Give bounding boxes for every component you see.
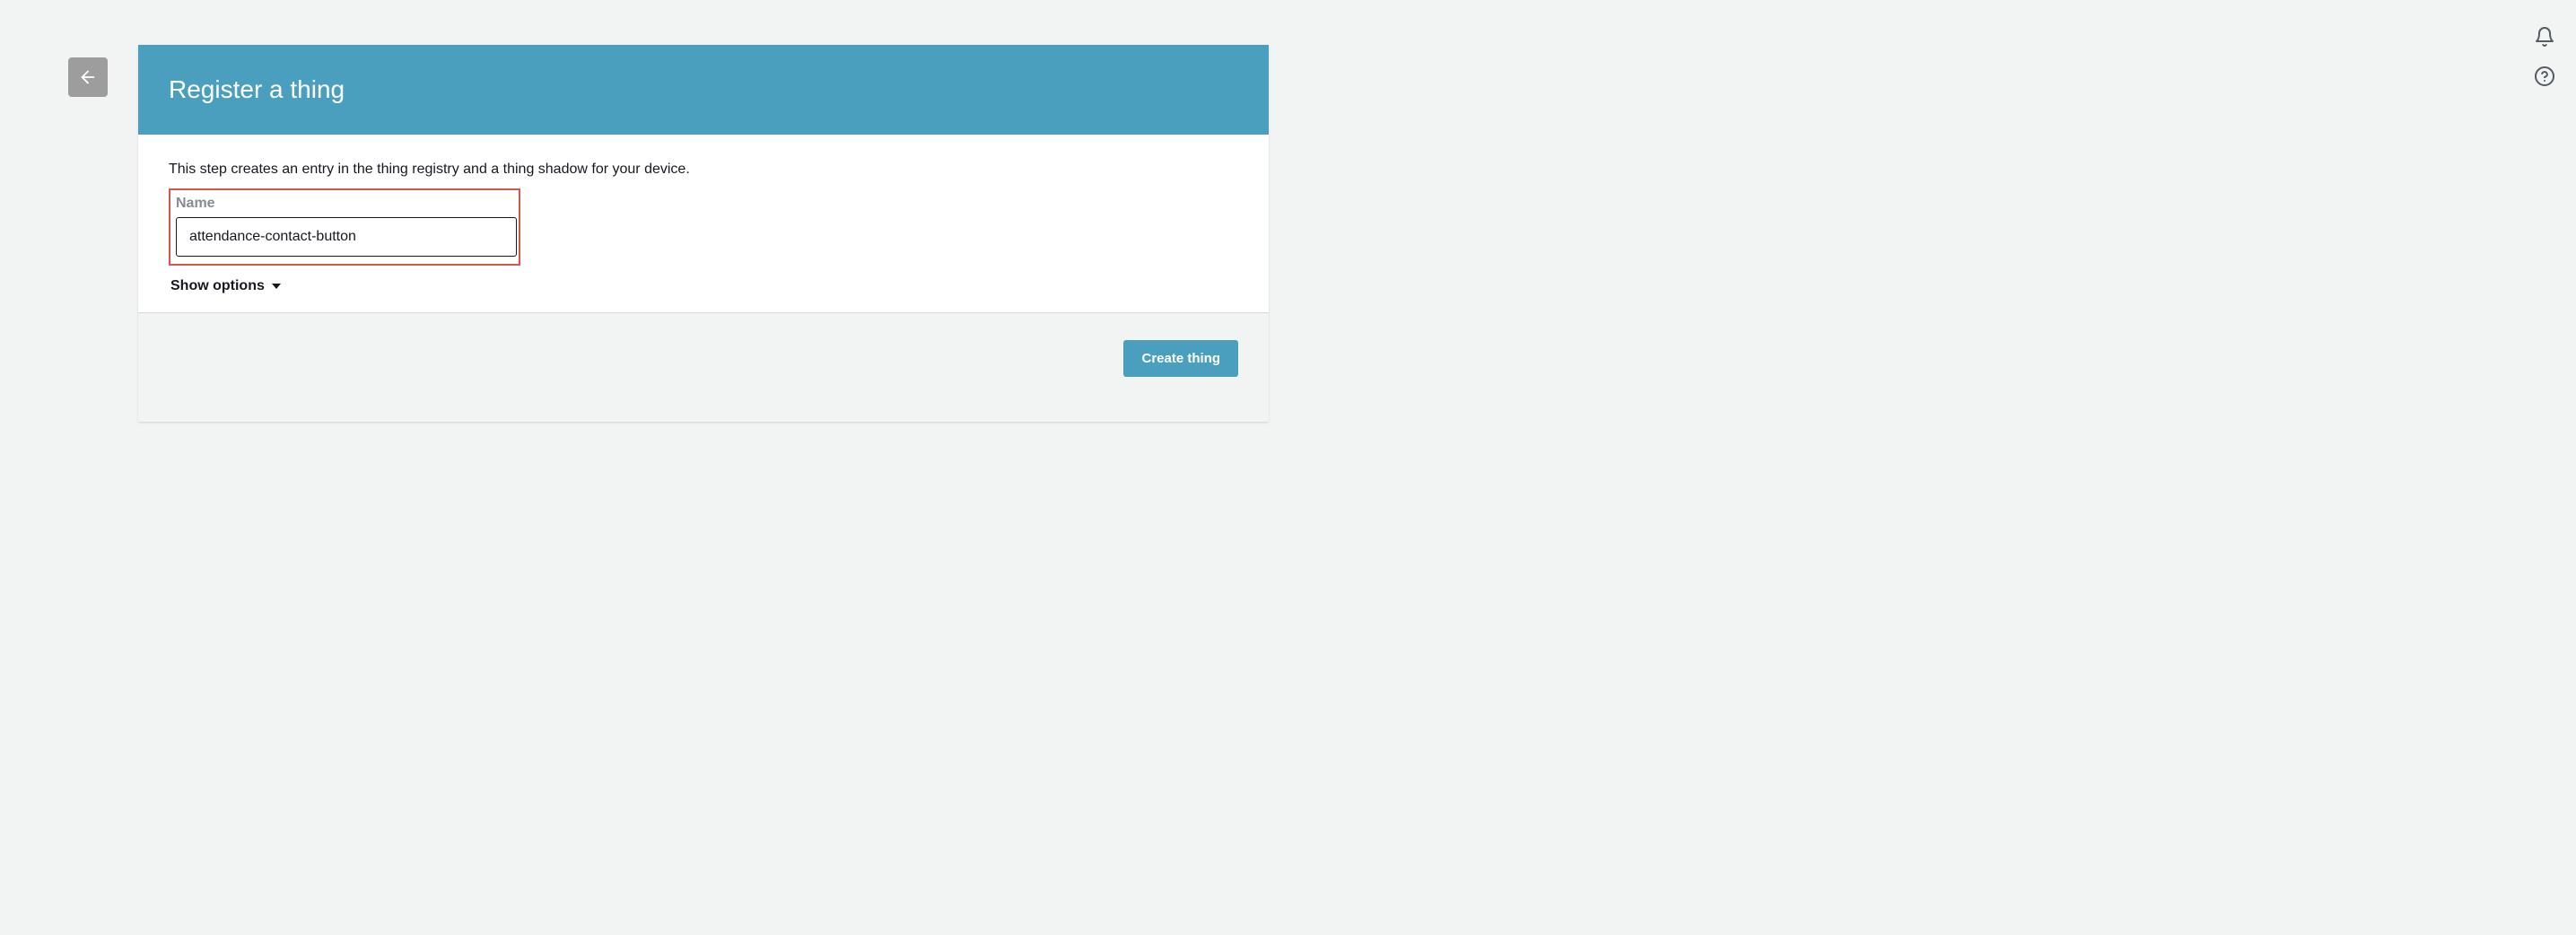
help-icon bbox=[2534, 66, 2555, 87]
show-options-label: Show options bbox=[170, 278, 265, 294]
description-text: This step creates an entry in the thing … bbox=[169, 162, 1238, 178]
right-rail bbox=[2533, 25, 2556, 88]
thing-name-input[interactable] bbox=[176, 217, 517, 257]
back-arrow-icon bbox=[78, 67, 98, 87]
card-header: Register a thing bbox=[138, 45, 1269, 135]
card-footer: Create thing bbox=[138, 312, 1269, 422]
notifications-button[interactable] bbox=[2533, 25, 2556, 48]
page-title: Register a thing bbox=[169, 75, 345, 103]
help-button[interactable] bbox=[2533, 65, 2556, 88]
name-field-highlight: Name bbox=[169, 188, 520, 266]
create-thing-button[interactable]: Create thing bbox=[1123, 340, 1238, 377]
bell-icon bbox=[2534, 26, 2555, 48]
show-options-toggle[interactable]: Show options bbox=[169, 278, 281, 294]
name-label: Name bbox=[174, 196, 515, 212]
register-thing-card: Register a thing This step creates an en… bbox=[138, 45, 1269, 422]
caret-down-icon bbox=[272, 284, 281, 289]
card-body: This step creates an entry in the thing … bbox=[138, 135, 1269, 312]
back-button[interactable] bbox=[68, 57, 108, 97]
